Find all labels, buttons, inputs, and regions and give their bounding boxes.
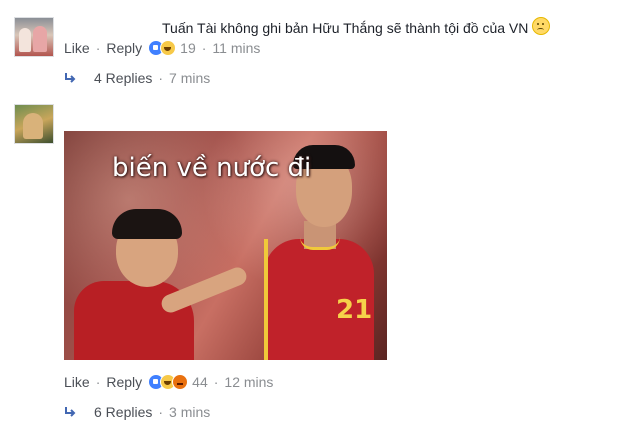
reply-link[interactable]: Reply bbox=[106, 40, 142, 56]
like-link[interactable]: Like bbox=[64, 374, 90, 390]
jersey-trim bbox=[264, 239, 268, 360]
comment-timestamp[interactable]: 11 mins bbox=[212, 40, 260, 56]
separator-dot: · bbox=[95, 374, 101, 390]
reply-arrow-icon bbox=[65, 73, 76, 83]
replies-timestamp: 7 mins bbox=[169, 70, 211, 86]
reply-link[interactable]: Reply bbox=[106, 374, 142, 390]
comment-timestamp[interactable]: 12 mins bbox=[224, 374, 273, 390]
player-left-hair bbox=[112, 209, 182, 239]
photo-caption: biến về nước đi bbox=[112, 153, 312, 183]
replies-count-link[interactable]: 4 Replies bbox=[94, 70, 152, 86]
reactions-summary[interactable] bbox=[148, 374, 189, 390]
separator-dot: · bbox=[201, 40, 207, 56]
reactions-summary[interactable] bbox=[148, 40, 177, 56]
comment-actions: Like · Reply 44 · 12 mins bbox=[64, 374, 273, 390]
comment-body: Tuấn Tài không ghi bản Hữu Thắng sẽ thàn… bbox=[162, 20, 529, 36]
separator-dot: · bbox=[95, 40, 101, 56]
worried-face-emoji-icon bbox=[532, 17, 551, 35]
avatar-person bbox=[33, 26, 47, 52]
commenter-avatar[interactable] bbox=[14, 17, 54, 57]
haha-reaction-icon bbox=[160, 40, 177, 56]
comment-text: Tuấn Tài không ghi bản Hữu Thắng sẽ thàn… bbox=[162, 17, 551, 36]
jersey-number: 21 bbox=[336, 295, 373, 325]
comment-actions: Like · Reply 19 · 11 mins bbox=[64, 40, 260, 56]
avatar-person bbox=[19, 28, 31, 52]
separator-dot: · bbox=[158, 70, 164, 86]
avatar-person bbox=[23, 113, 43, 139]
comment-photo[interactable]: 21 biến về nước đi bbox=[64, 131, 387, 360]
replies-timestamp: 3 mins bbox=[169, 404, 211, 420]
separator-dot: · bbox=[213, 374, 219, 390]
like-link[interactable]: Like bbox=[64, 40, 90, 56]
angry-reaction-icon bbox=[172, 374, 189, 390]
reaction-count[interactable]: 44 bbox=[192, 374, 208, 390]
reply-arrow-icon bbox=[65, 407, 76, 417]
separator-dot: · bbox=[158, 404, 164, 420]
commenter-avatar[interactable] bbox=[14, 104, 54, 144]
reaction-count[interactable]: 19 bbox=[180, 40, 196, 56]
replies-count-link[interactable]: 6 Replies bbox=[94, 404, 152, 420]
view-replies[interactable]: 6 Replies · 3 mins bbox=[64, 404, 210, 420]
view-replies[interactable]: 4 Replies · 7 mins bbox=[64, 70, 210, 86]
